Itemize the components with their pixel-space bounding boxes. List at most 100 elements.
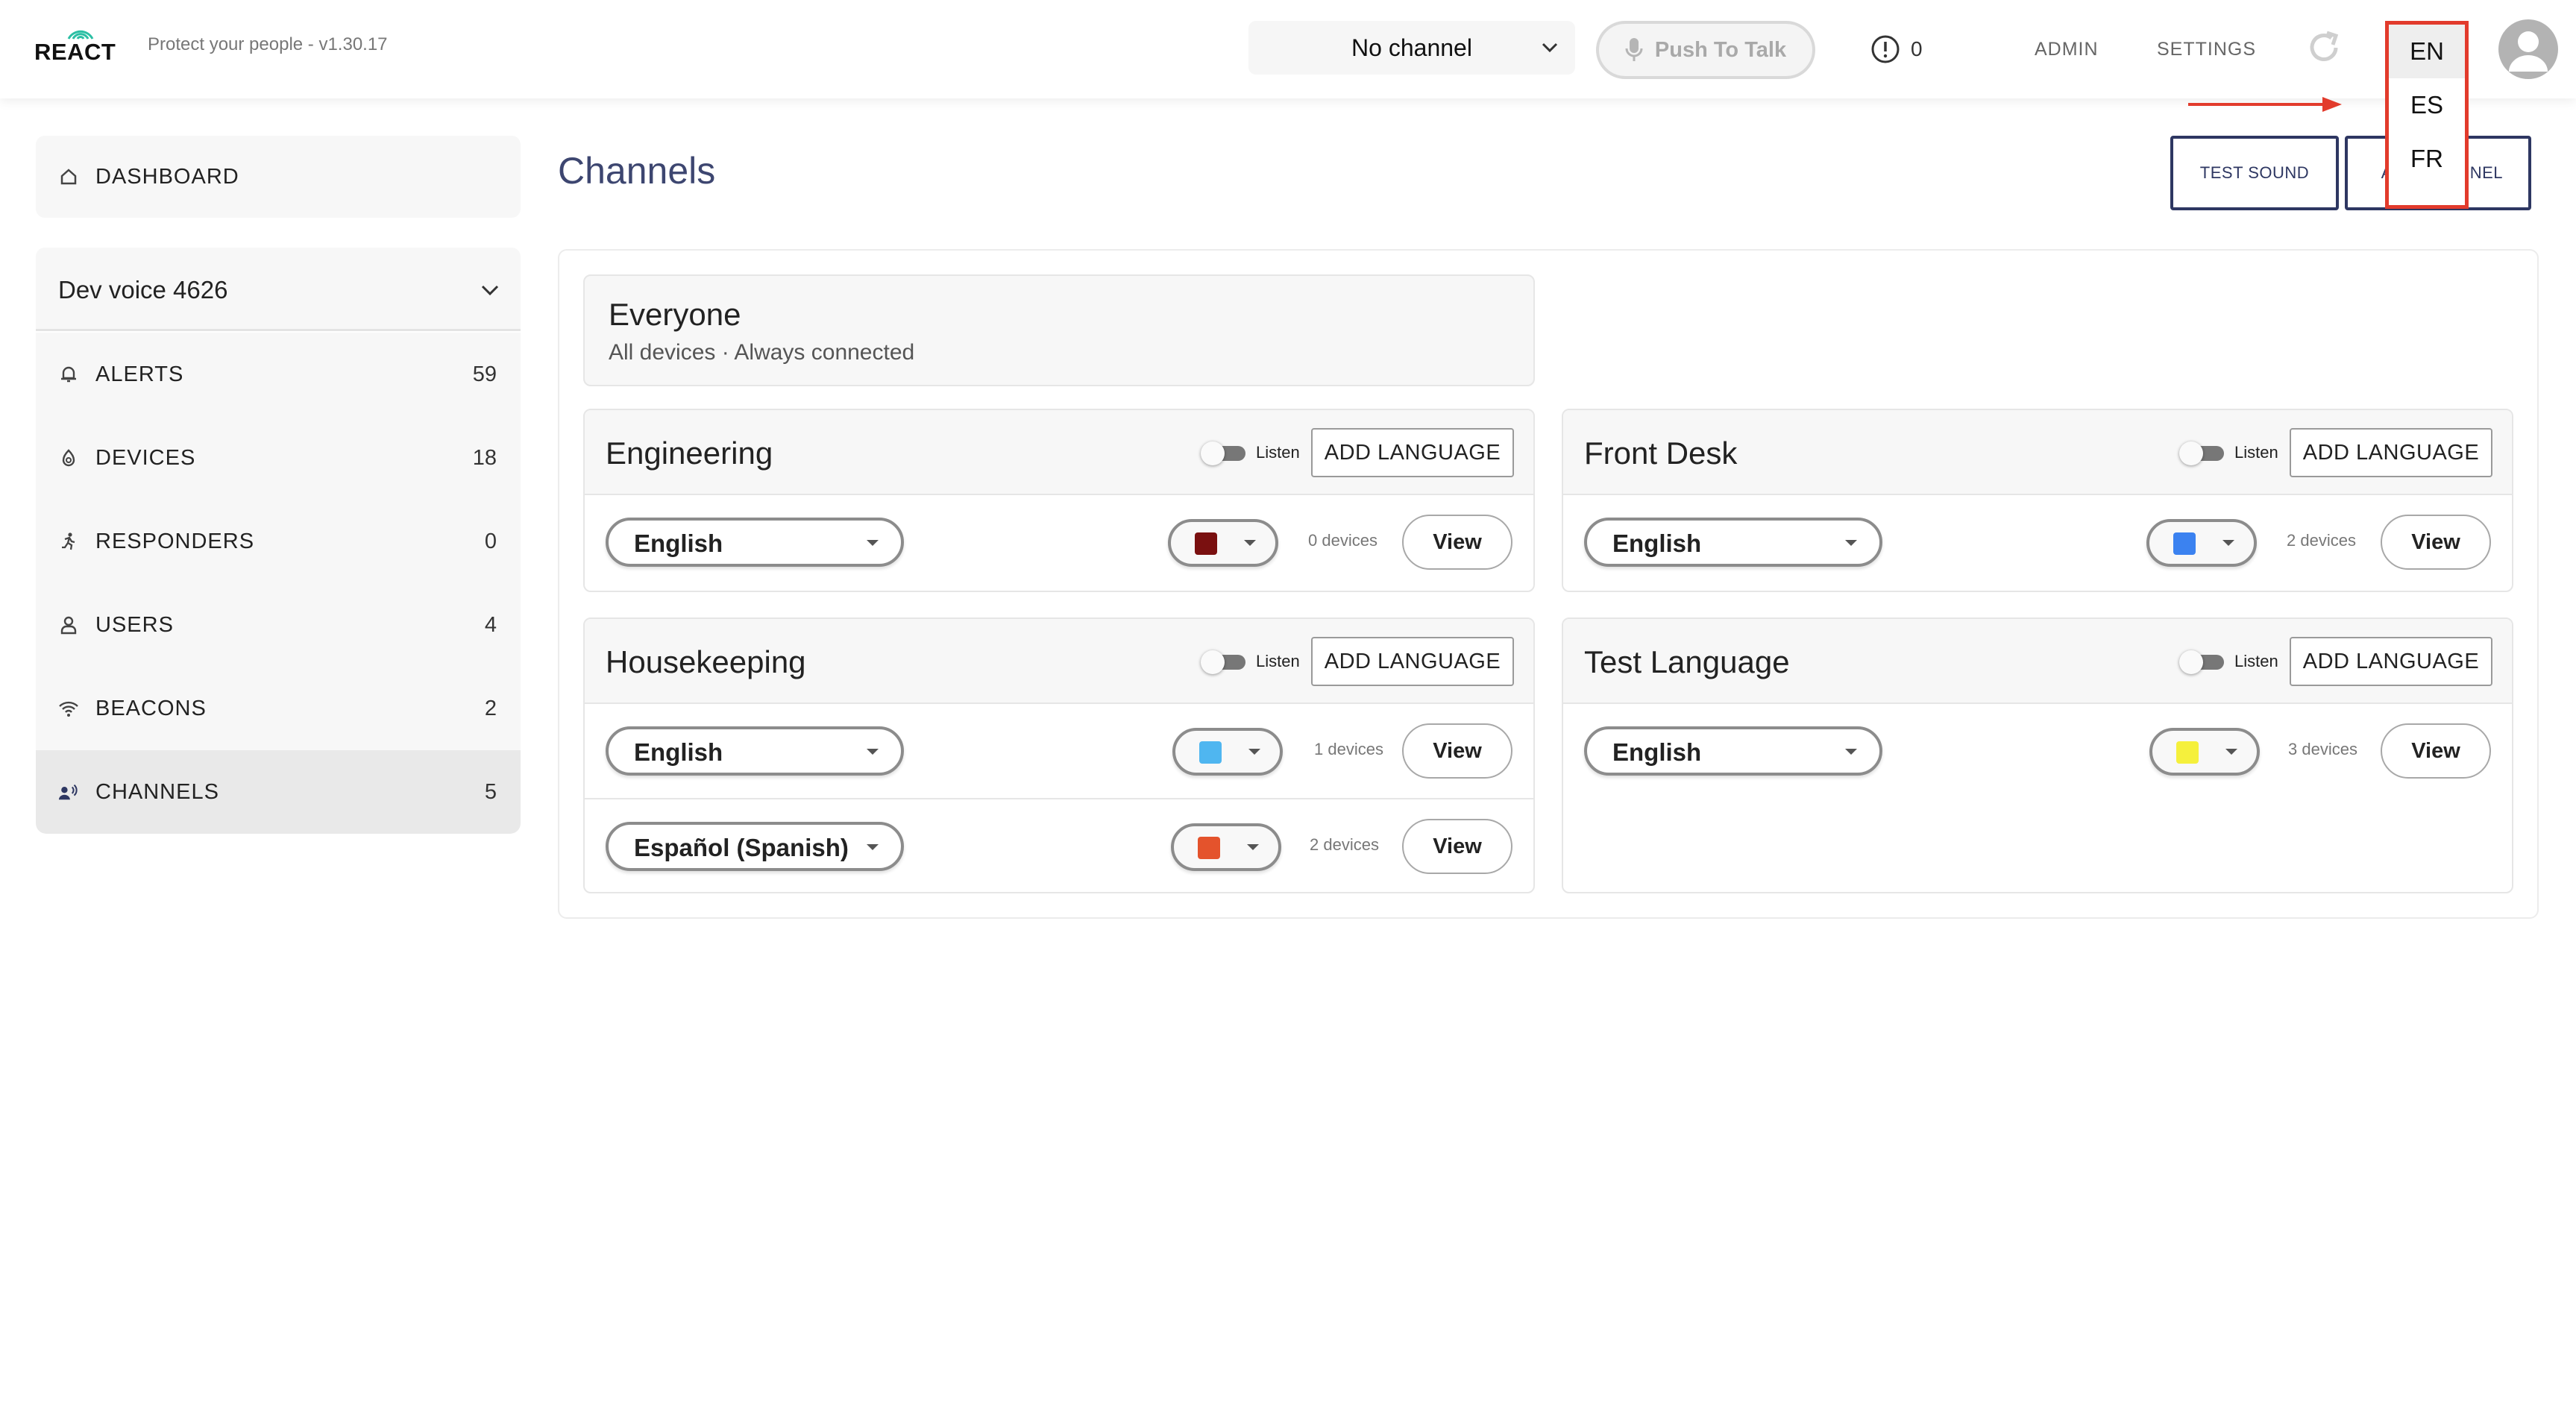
caret-down-icon [2225,749,2237,755]
language-select[interactable]: English [1584,518,1882,567]
chevron-down-icon [1542,43,1558,53]
language-select[interactable]: English [606,726,904,776]
language-select[interactable]: Español (Spanish) [606,822,904,871]
channel-card-header: Engineering Listen ADD LANGUAGE [585,410,1533,495]
listen-label: Listen [1256,443,1300,462]
sidebar-item-devices[interactable]: DEVICES 18 [36,416,521,500]
language-select[interactable]: English [606,518,904,567]
color-swatch [2173,532,2196,555]
channel-name: Test Language [1584,644,1790,679]
admin-link[interactable]: ADMIN [2035,39,2099,60]
alert-indicator[interactable]: 0 [1870,34,1923,64]
caret-down-icon [867,540,879,546]
add-language-button[interactable]: ADD LANGUAGE [2290,637,2492,686]
channel-select-value: No channel [1351,34,1472,61]
caret-down-icon [2222,540,2234,546]
listen-toggle[interactable] [2179,441,2225,465]
channel-card-header: Front Desk Listen ADD LANGUAGE [1563,410,2512,495]
sidebar-item-count: 5 [484,779,497,804]
organization-name: Dev voice 4626 [58,276,228,304]
add-language-button[interactable]: ADD LANGUAGE [2290,428,2492,477]
add-language-button[interactable]: ADD LANGUAGE [1311,637,1514,686]
sidebar-item-label: RESPONDERS [95,529,255,553]
sidebar-item-count: 18 [472,445,497,470]
annotation-arrow [2188,97,2342,112]
person-silhouette-icon [2509,31,2548,72]
channel-card-housekeeping: Housekeeping Listen ADD LANGUAGE English… [583,617,1535,893]
user-avatar[interactable] [2498,19,2558,79]
sidebar-item-label: BEACONS [95,696,207,720]
channel-card-header: Housekeeping Listen ADD LANGUAGE [585,619,1533,704]
view-button[interactable]: View [1402,723,1512,779]
language-row: Español (Spanish) 2 devices View [585,798,1533,892]
device-count: 0 devices [1308,531,1377,550]
color-swatch [1199,741,1222,764]
channel-card-test-language: Test Language Listen ADD LANGUAGE Englis… [1562,617,2513,893]
bell-icon [58,364,79,385]
sidebar-item-label: USERS [95,612,174,637]
refresh-icon[interactable] [2305,28,2343,67]
language-select-value: Español (Spanish) [634,834,849,861]
tagline: Protect your people - v1.30.17 [148,34,388,54]
view-button[interactable]: View [1402,819,1512,874]
test-sound-button[interactable]: TEST SOUND [2170,136,2339,210]
user-icon [58,615,79,635]
sidebar-item-users[interactable]: USERS 4 [36,583,521,667]
device-count: 1 devices [1314,740,1383,758]
sidebar-item-dashboard[interactable]: DASHBOARD [36,136,521,218]
caret-down-icon [1845,540,1857,546]
view-button[interactable]: View [2381,515,2491,570]
sidebar-item-count: 4 [484,612,497,637]
channel-select[interactable]: No channel [1248,21,1575,75]
color-select[interactable] [1171,823,1281,871]
language-row: English 2 devices View [1563,495,2512,589]
channel-card-engineering: Engineering Listen ADD LANGUAGE English … [583,409,1535,592]
language-option-en[interactable]: EN [2389,25,2465,78]
caret-down-icon [867,749,879,755]
language-select[interactable]: English [1584,726,1882,776]
channel-name: Front Desk [1584,436,1738,471]
listen-toggle[interactable] [1201,650,1247,674]
react-logo[interactable]: REACT [34,22,116,65]
page-title: Channels [558,150,716,192]
top-bar: REACT Protect your people - v1.30.17 No … [0,0,2576,98]
sidebar-item-channels[interactable]: CHANNELS 5 [36,750,521,834]
push-to-talk-button[interactable]: Push To Talk [1596,21,1815,79]
view-button[interactable]: View [1402,515,1512,570]
listen-toggle[interactable] [1201,441,1247,465]
language-select-value: English [634,738,723,766]
channels-icon [58,782,79,802]
caret-down-icon [1248,749,1260,755]
listen-label: Listen [2234,443,2278,462]
microphone-icon [1625,38,1643,61]
caret-down-icon [1247,844,1259,850]
logo-text: REACT [34,39,116,65]
device-count: 2 devices [1310,835,1379,854]
home-icon [58,166,79,187]
sidebar-item-count: 59 [472,362,497,386]
color-swatch [1198,837,1220,859]
color-select[interactable] [1172,728,1283,776]
exclamation-circle-icon [1871,35,1900,63]
language-option-fr[interactable]: FR [2389,132,2465,186]
organization-selector[interactable]: Dev voice 4626 [36,248,521,331]
color-select[interactable] [1168,519,1278,567]
device-count: 2 devices [2287,531,2356,550]
add-language-button[interactable]: ADD LANGUAGE [1311,428,1514,477]
everyone-subtitle: All devices · Always connected [609,340,915,365]
sidebar-item-beacons[interactable]: BEACONS 2 [36,667,521,750]
color-select[interactable] [2149,728,2260,776]
listen-toggle[interactable] [2179,650,2225,674]
channel-name: Engineering [606,436,773,471]
color-select[interactable] [2146,519,2257,567]
everyone-channel-card[interactable]: Everyone All devices · Always connected [583,274,1535,386]
sidebar-item-count: 2 [484,696,497,720]
sidebar-item-responders[interactable]: RESPONDERS 0 [36,500,521,583]
language-option-es[interactable]: ES [2389,78,2465,132]
listen-label: Listen [1256,652,1300,670]
view-button[interactable]: View [2381,723,2491,779]
channel-card-header: Test Language Listen ADD LANGUAGE [1563,619,2512,704]
sidebar-item-alerts[interactable]: ALERTS 59 [36,333,521,416]
everyone-title: Everyone [609,297,741,332]
settings-link[interactable]: SETTINGS [2157,39,2256,60]
